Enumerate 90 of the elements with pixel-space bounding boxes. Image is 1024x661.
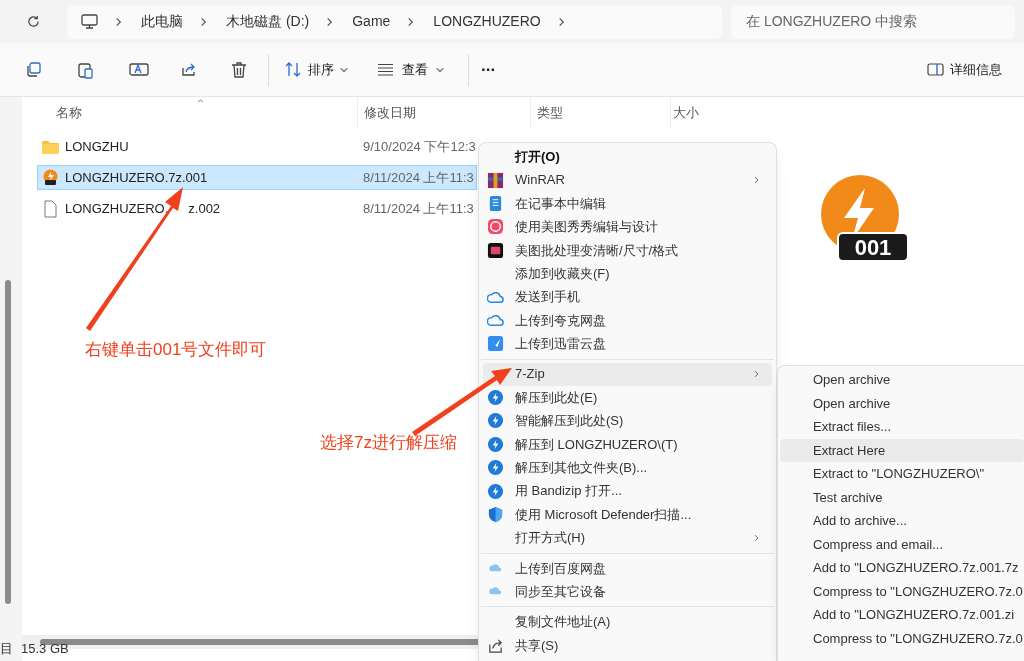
refresh-icon[interactable] bbox=[26, 14, 41, 29]
chevron-icon bbox=[406, 16, 416, 27]
menu-item[interactable]: 添加到收藏夹(F) bbox=[483, 261, 772, 286]
menu-item[interactable]: 美图批处理变清晰/尺寸/格式 bbox=[483, 238, 772, 262]
app-icon bbox=[487, 241, 504, 259]
menu-item[interactable]: 智能解压到此处(S) bbox=[483, 409, 772, 433]
menu-item[interactable]: 解压到此处(E) bbox=[483, 385, 772, 410]
menu-item[interactable]: 共享(S) bbox=[483, 633, 772, 658]
menu-item[interactable]: 复制文件地址(A) bbox=[483, 610, 772, 634]
menu-item[interactable]: Add to "LONGZHUZERO.7z.001.zi bbox=[780, 603, 1024, 627]
menu-item[interactable]: 解压到 LONGZHUZERO\(T) bbox=[483, 432, 772, 457]
sort-icon bbox=[285, 62, 302, 77]
computer-icon bbox=[81, 13, 98, 30]
file-row[interactable]: LONGZHU 9/10/2024 下午12:3 bbox=[37, 134, 477, 159]
status-size: 15.3 GB bbox=[21, 640, 69, 659]
more-button[interactable]: ... bbox=[481, 57, 496, 82]
menu-item[interactable]: Test archive bbox=[780, 485, 1024, 509]
menu-item[interactable]: Add to "LONGZHUZERO.7z.001.7z bbox=[780, 556, 1024, 580]
annotation-text: 右键单击001号文件即可 bbox=[85, 339, 267, 361]
share-icon bbox=[487, 637, 504, 654]
file-row[interactable]: LONGZHUZERO. z.002 8/11/2024 上午11:3 bbox=[37, 196, 477, 221]
menu-item[interactable]: Open archive bbox=[780, 391, 1024, 415]
menu-item[interactable]: 使用美图秀秀编辑与设计 bbox=[483, 215, 772, 239]
file-name-end: z.002 bbox=[188, 199, 221, 218]
address-bar[interactable]: 此电脑 木地磁盘 (D:) Game LONGZHUZERO bbox=[67, 4, 722, 39]
file-name: LONGZHUZERO. bbox=[65, 199, 169, 218]
breadcrumb[interactable]: 木地磁盘 (D:) bbox=[226, 11, 310, 32]
breadcrumb[interactable]: Game bbox=[352, 11, 391, 32]
menu-item[interactable]: 用 Bandizip 打开... bbox=[483, 479, 772, 503]
menu-item[interactable]: 使用 Microsoft Defender扫描... bbox=[483, 502, 772, 527]
breadcrumb[interactable]: LONGZHUZERO bbox=[433, 11, 541, 32]
chevron-icon bbox=[114, 16, 123, 27]
column-header[interactable]: 名称 bbox=[54, 97, 194, 128]
menu-item[interactable]: Compress to "LONGZHUZERO.7z.0 bbox=[780, 579, 1024, 603]
menu-item[interactable]: 在记事本中编辑 bbox=[483, 191, 772, 216]
file-name: LONGZHU bbox=[65, 137, 129, 156]
menu-item[interactable]: 上传到夸克网盘 bbox=[483, 308, 772, 333]
menu-item[interactable]: Extract to "LONGZHUZERO\" bbox=[780, 462, 1024, 486]
scrollbar-thumb[interactable] bbox=[5, 280, 11, 604]
paste-icon[interactable] bbox=[77, 60, 94, 79]
details-button[interactable]: 详细信息 bbox=[927, 59, 1002, 80]
status-item-count: 目 bbox=[0, 640, 13, 659]
app-icon bbox=[487, 335, 504, 353]
details-pane-icon bbox=[927, 63, 944, 76]
menu-item[interactable]: Add to archive... bbox=[780, 509, 1024, 533]
menu-item[interactable]: Open archive bbox=[780, 368, 1024, 392]
file-badge: 001 bbox=[837, 232, 909, 262]
menu-item[interactable]: 发送到手机 bbox=[483, 285, 772, 309]
menu-item[interactable]: 打开(O) bbox=[483, 145, 772, 169]
copy-icon[interactable] bbox=[25, 61, 42, 78]
column-header[interactable]: 修改日期 bbox=[357, 97, 530, 128]
menu-item[interactable]: 上传到百度网盘 bbox=[483, 556, 772, 581]
view-button[interactable]: 查看 bbox=[375, 54, 446, 85]
archive-file-icon bbox=[42, 169, 59, 186]
menu-item[interactable]: Extract files... bbox=[780, 415, 1024, 439]
chevron-icon bbox=[199, 16, 208, 27]
caret-icon bbox=[340, 65, 348, 74]
sort-button[interactable]: 排序 bbox=[283, 54, 350, 85]
modified-date: 8/11/2024 上午11:3 bbox=[363, 168, 474, 187]
column-header[interactable]: 类型 bbox=[530, 97, 670, 128]
menu-item[interactable]: WinRAR bbox=[483, 168, 772, 192]
document-icon bbox=[42, 199, 59, 218]
delete-icon[interactable] bbox=[231, 60, 247, 79]
app-icon bbox=[487, 218, 504, 236]
menu-item[interactable]: Compress and email... bbox=[780, 532, 1024, 556]
chevron-icon bbox=[325, 16, 335, 27]
search-placeholder: 在 LONGZHUZERO 中搜索 bbox=[746, 12, 918, 31]
search-field[interactable]: 在 LONGZHUZERO 中搜索 bbox=[731, 4, 1015, 39]
file-name: LONGZHUZERO.7z.001 bbox=[65, 168, 208, 187]
notepad-icon bbox=[487, 194, 504, 212]
menu-item[interactable]: 打开方式(H) bbox=[483, 526, 772, 550]
share-icon[interactable] bbox=[180, 61, 198, 78]
menu-item[interactable]: 解压到其他文件夹(B)... bbox=[483, 456, 772, 480]
menu-item[interactable]: 7-Zip bbox=[483, 362, 772, 386]
menu-item[interactable]: Compress to "LONGZHUZERO.7z.0 bbox=[780, 626, 1024, 650]
horizontal-scrollbar[interactable] bbox=[40, 639, 480, 645]
menu-item[interactable]: Extract Here bbox=[780, 438, 1024, 462]
caret-icon bbox=[436, 65, 444, 74]
sort-caret-icon bbox=[196, 98, 205, 104]
menu-item[interactable]: 同步至其它设备 bbox=[483, 580, 772, 604]
breadcrumb[interactable]: 此电脑 bbox=[141, 11, 183, 32]
list-icon bbox=[377, 63, 394, 76]
rename-icon[interactable] bbox=[129, 61, 149, 78]
modified-date: 9/10/2024 下午12:3 bbox=[363, 137, 476, 156]
shield-icon bbox=[487, 506, 504, 524]
menu-item[interactable]: 上传到迅雷云盘 bbox=[483, 332, 772, 356]
annotation-text: 选择7z进行解压缩 bbox=[320, 432, 457, 454]
modified-date: 8/11/2024 上午11:3 bbox=[363, 199, 474, 218]
folder-icon bbox=[42, 139, 59, 154]
file-row[interactable]: LONGZHUZERO.7z.001 8/11/2024 上午11:3 bbox=[37, 165, 477, 190]
